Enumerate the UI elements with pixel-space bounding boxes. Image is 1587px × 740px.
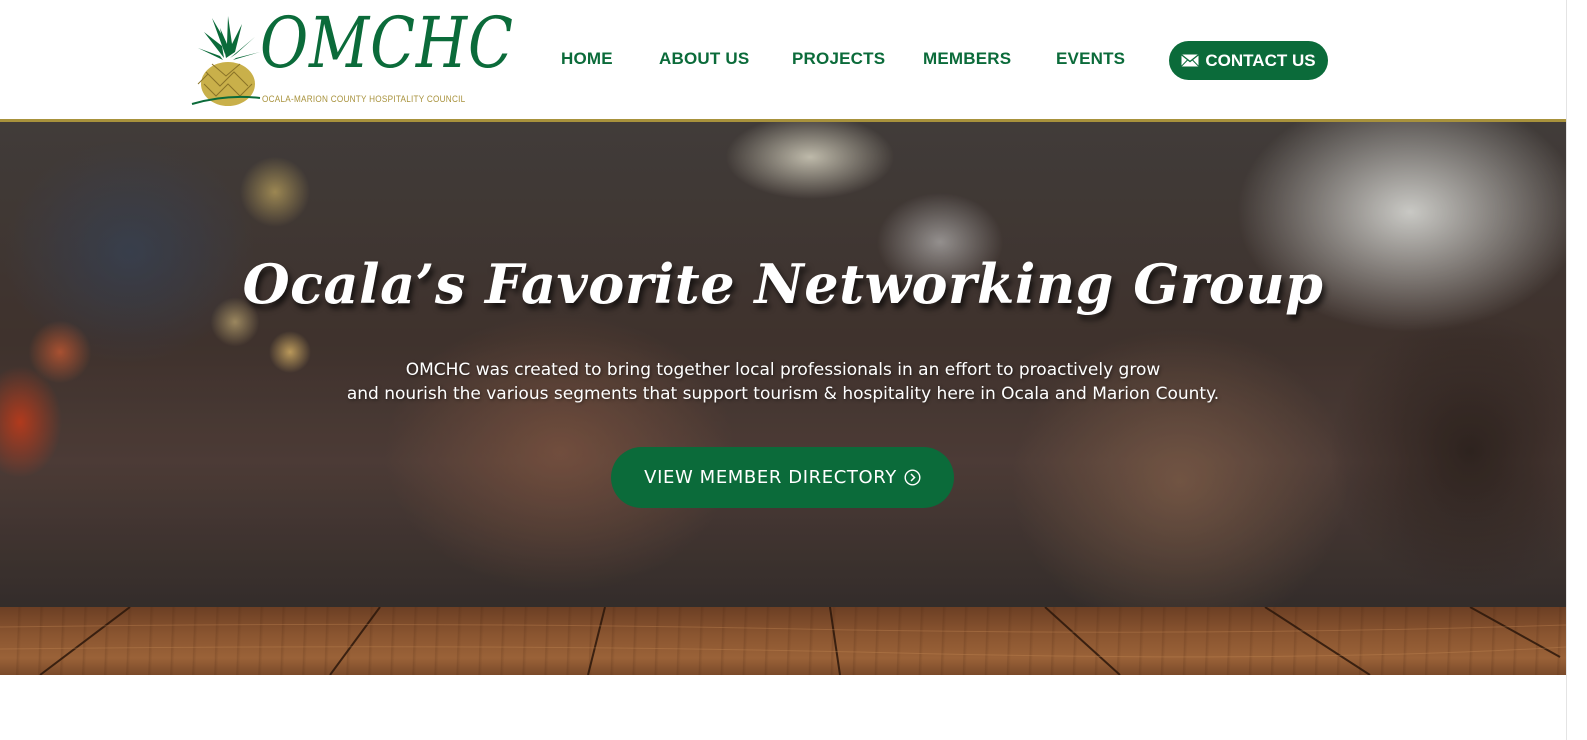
nav-home[interactable]: HOME — [561, 49, 613, 69]
site-header: OMCHC OCALA-MARION COUNTY HOSPITALITY CO… — [0, 0, 1566, 122]
nav-members[interactable]: MEMBERS — [923, 49, 1011, 69]
hero-section: Ocala’s Favorite Networking Group OMCHC … — [0, 122, 1566, 607]
circle-chevron-right-icon — [904, 469, 921, 486]
nav-events[interactable]: EVENTS — [1056, 49, 1125, 69]
view-member-directory-button[interactable]: VIEW MEMBER DIRECTORY — [611, 447, 954, 508]
logo-wordmark: OMCHC — [260, 2, 514, 84]
hero-description-line-2: and nourish the various segments that su… — [346, 384, 1220, 404]
hero-description-line-1: OMCHC was created to bring together loca… — [405, 360, 1161, 380]
hero-description: OMCHC was created to bring together loca… — [0, 358, 1566, 406]
contact-us-label: CONTACT US — [1205, 50, 1316, 70]
wooden-table-surface — [0, 607, 1566, 675]
nav-about-us[interactable]: ABOUT US — [659, 49, 749, 69]
pineapple-icon — [191, 16, 261, 106]
hero-title: Ocala’s Favorite Networking Group — [242, 252, 1324, 316]
nav-projects[interactable]: PROJECTS — [792, 49, 885, 69]
site-logo[interactable]: OMCHC OCALA-MARION COUNTY HOSPITALITY CO… — [190, 8, 513, 108]
view-member-directory-label: VIEW MEMBER DIRECTORY — [644, 467, 897, 488]
contact-us-button[interactable]: CONTACT US — [1169, 41, 1328, 80]
page-scrollbar[interactable] — [1566, 0, 1587, 740]
envelope-icon — [1181, 54, 1200, 67]
logo-subtitle: OCALA-MARION COUNTY HOSPITALITY COUNCIL — [262, 94, 466, 105]
